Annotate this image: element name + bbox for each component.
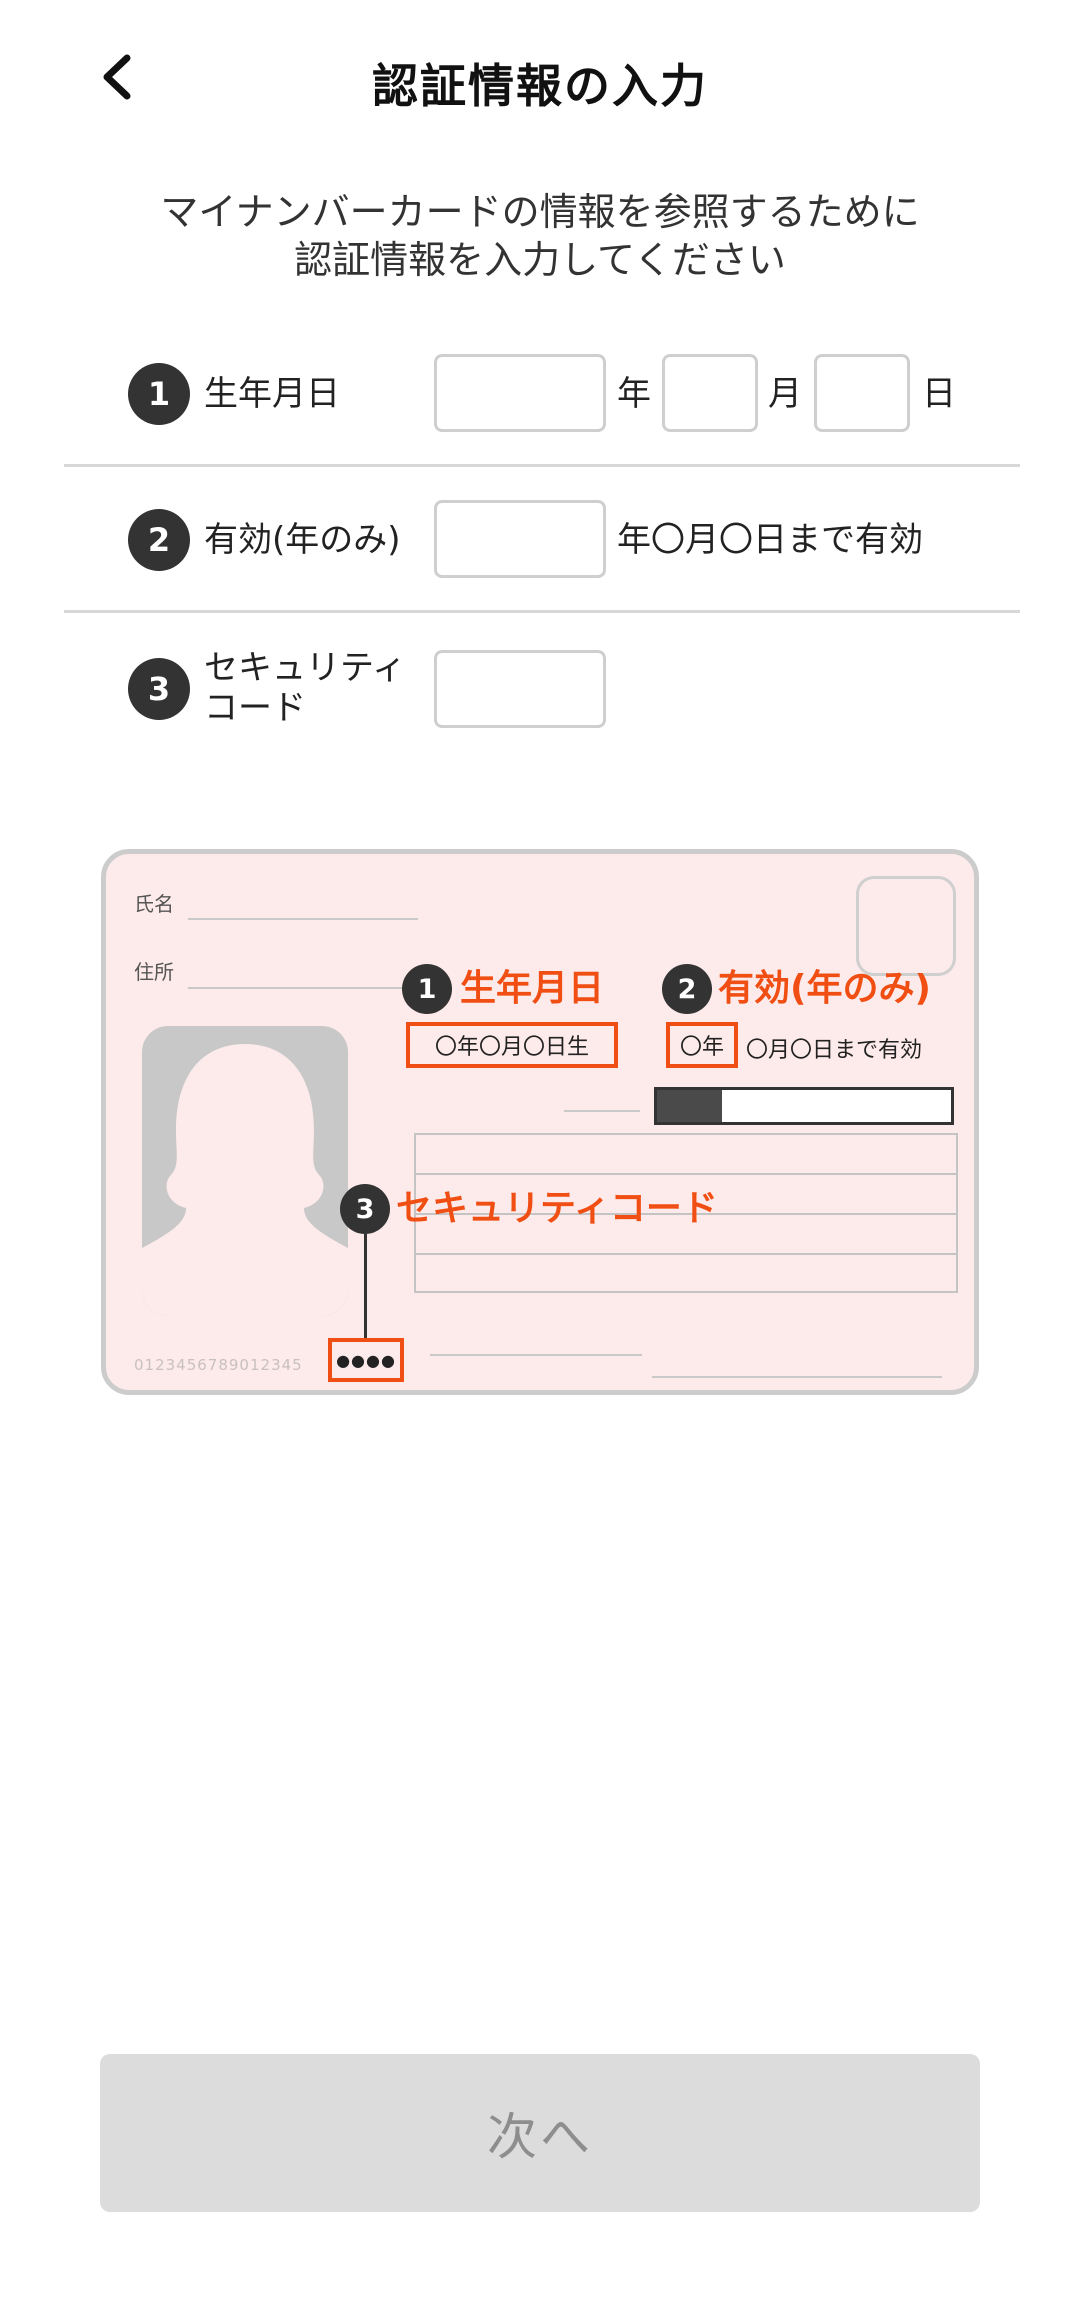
birth-year-input[interactable] — [434, 354, 606, 432]
birthdate-highlight-box: 〇年〇月〇日生 — [406, 1022, 618, 1068]
step-badge-3: 3 — [128, 658, 190, 720]
annot-connector-line — [364, 1234, 367, 1338]
card-chip — [856, 876, 956, 976]
security-code-highlight-box: ●●●● — [328, 1338, 404, 1382]
divider — [64, 464, 1020, 467]
divider — [64, 610, 1020, 613]
birth-month-unit: 月 — [768, 374, 802, 414]
birthdate-label: 生年月日 — [204, 374, 340, 414]
expiry-year-input[interactable] — [434, 500, 606, 578]
expiry-sample-rest: 〇月〇日まで有効 — [746, 1038, 923, 1063]
card-number: 0123456789012345 — [134, 1356, 303, 1374]
instruction-text: マイナンバーカードの情報を参照するために 認証情報を入力してください — [0, 188, 1080, 284]
card-line — [652, 1376, 942, 1378]
card-bar-fill — [657, 1090, 722, 1122]
security-code-label-line-1: セキュリティ — [204, 648, 406, 688]
annot-badge-2: 2 — [662, 964, 712, 1014]
birth-day-unit: 日 — [922, 374, 956, 414]
card-photo-silhouette — [142, 1026, 348, 1316]
birthdate-row: 1 生年月日 年 月 日 — [64, 352, 1020, 436]
security-code-label: セキュリティ コード — [204, 648, 406, 728]
card-name-label: 氏名 — [134, 892, 174, 916]
person-silhouette-icon — [142, 1044, 348, 1316]
annot-birthdate-label: 生年月日 — [460, 968, 605, 1009]
page-title: 認証情報の入力 — [372, 59, 708, 113]
expiry-label: 有効(年のみ) — [204, 520, 401, 560]
card-grid-line — [416, 1253, 956, 1255]
card-bar — [654, 1087, 954, 1125]
header: 認証情報の入力 — [0, 0, 1080, 160]
next-button[interactable]: 次へ — [100, 2054, 980, 2212]
security-code-label-line-2: コード — [204, 688, 306, 728]
card-name-line — [188, 918, 418, 920]
expiry-suffix: 年〇月〇日まで有効 — [617, 520, 923, 560]
birth-month-input[interactable] — [662, 354, 758, 432]
card-address-label: 住所 — [134, 960, 174, 984]
instruction-line-1: マイナンバーカードの情報を参照するために — [160, 190, 920, 234]
annot-security-label: セキュリティコード — [396, 1188, 718, 1229]
security-code-row: 3 セキュリティ コード — [64, 648, 1020, 730]
annot-badge-3: 3 — [340, 1184, 390, 1234]
expiry-highlight-box: 〇年 — [666, 1022, 738, 1068]
card-line — [564, 1110, 640, 1112]
security-code-input[interactable] — [434, 650, 606, 728]
step-badge-1: 1 — [128, 363, 190, 425]
instruction-line-2: 認証情報を入力してください — [294, 238, 786, 282]
expiry-row: 2 有効(年のみ) 年〇月〇日まで有効 — [64, 500, 1020, 580]
my-number-card-illustration: 氏名 住所 1 生年月日 〇年〇月〇日生 2 有効(年のみ) 〇年 〇月〇日まで… — [101, 849, 979, 1395]
birth-year-unit: 年 — [617, 374, 651, 414]
card-grid-line — [416, 1173, 956, 1175]
annot-badge-1: 1 — [402, 964, 452, 1014]
birth-day-input[interactable] — [814, 354, 910, 432]
step-badge-2: 2 — [128, 509, 190, 571]
annot-expiry-label: 有効(年のみ) — [718, 968, 931, 1009]
card-address-line — [188, 987, 418, 989]
card-line — [430, 1354, 642, 1356]
